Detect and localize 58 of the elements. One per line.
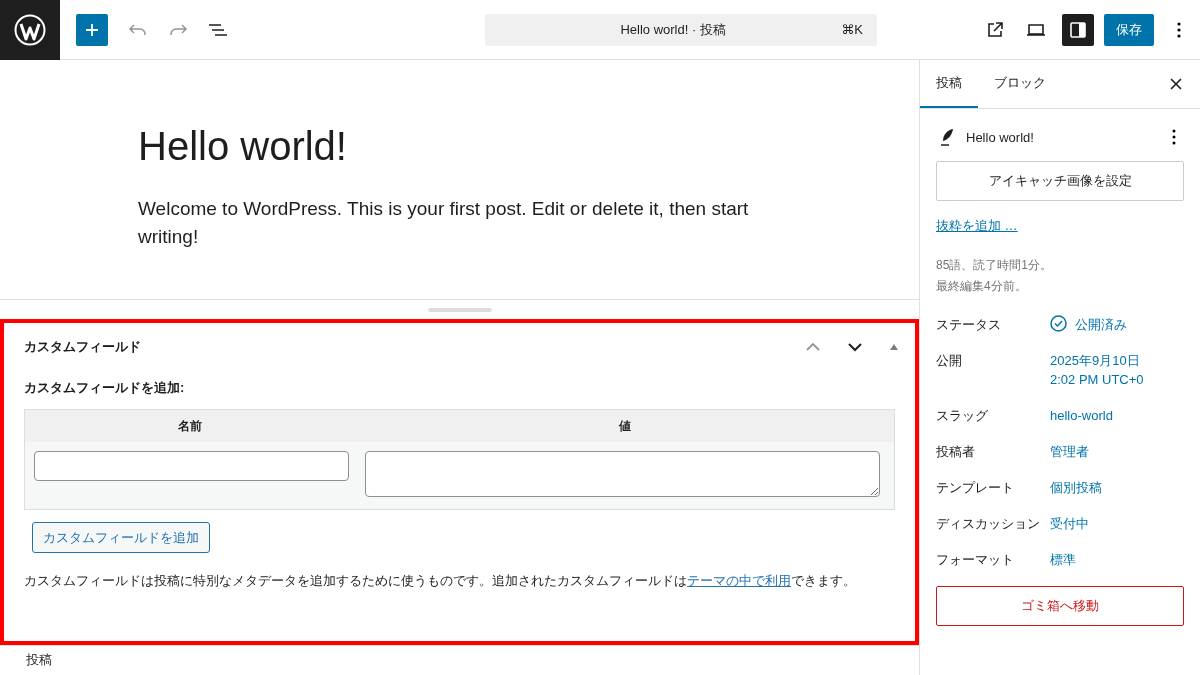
list-view-icon[interactable] <box>208 21 228 38</box>
field-label: 投稿者 <box>936 443 976 461</box>
field-value-link[interactable]: 公開済み <box>1075 315 1127 334</box>
sidebar-tab[interactable]: ブロック <box>978 60 1062 108</box>
chevron-up-icon[interactable] <box>805 342 821 352</box>
field-value-link[interactable]: hello-world <box>1050 406 1113 425</box>
collapse-triangle-icon[interactable] <box>889 343 899 351</box>
move-to-trash-button[interactable]: ゴミ箱へ移動 <box>936 586 1184 626</box>
more-options-icon[interactable] <box>1172 129 1176 145</box>
laptop-icon[interactable] <box>1026 21 1046 38</box>
command-bar[interactable]: Hello world! · 投稿 ⌘K <box>485 13 877 46</box>
redo-icon[interactable] <box>168 21 188 38</box>
name-input-field[interactable] <box>34 451 349 481</box>
external-link-icon[interactable] <box>986 20 1004 39</box>
field-label: ステータス <box>936 316 1002 334</box>
description-text: カスタムフィールドは投稿に特別なメタデータを追加するために使うものです。追加されたカスタムフィールドはテーマの中で利用できます。 <box>24 573 857 590</box>
excerpt-link[interactable]: 抜粋を追加 … <box>936 217 1018 235</box>
post-stat: 最終編集4分前。 <box>936 278 1028 295</box>
sidebar-toggle-button[interactable] <box>1062 13 1094 46</box>
save-button[interactable]: 保存 <box>1104 13 1154 46</box>
wordpress-icon <box>14 13 46 46</box>
sidebar-tab[interactable]: 投稿 <box>920 60 978 108</box>
breadcrumb[interactable]: 投稿 <box>26 652 52 667</box>
add-block-button[interactable] <box>76 13 108 46</box>
plus-icon <box>84 21 100 38</box>
column-header: 名前 <box>177 417 203 435</box>
field-value-link[interactable]: 受付中 <box>1050 514 1089 533</box>
sidebar-icon <box>1069 20 1087 39</box>
resize-handle[interactable] <box>427 307 492 312</box>
undo-icon[interactable] <box>128 21 148 38</box>
field-label: フォーマット <box>936 551 1015 569</box>
field-value-link[interactable]: 管理者 <box>1050 442 1089 461</box>
wordpress-logo[interactable] <box>0 0 60 60</box>
featured-image-button[interactable]: アイキャッチ画像を設定 <box>936 161 1184 201</box>
column-header: 値 <box>617 417 632 435</box>
section-label: カスタムフィールドを追加: <box>24 379 186 397</box>
check-circle-icon <box>1050 315 1067 332</box>
post-stat: 85語、読了時間1分。 <box>936 257 1054 274</box>
chevron-down-icon[interactable] <box>847 342 863 352</box>
field-value-link[interactable]: 個別投稿 <box>1050 478 1102 497</box>
theme-link[interactable]: テーマの中で利用 <box>687 574 791 588</box>
post-paragraph[interactable]: Welcome to WordPress. This is your first post. Edit or delete it, then start writing! <box>138 195 758 251</box>
field-label: 公開 <box>936 352 963 370</box>
feather-icon <box>940 128 954 146</box>
add-custom-field-button[interactable]: カスタムフィールドを追加 <box>32 522 210 553</box>
field-label: スラッグ <box>936 407 989 425</box>
post-title[interactable]: Hello world! <box>138 124 781 169</box>
document-title: Hello world! · 投稿 <box>619 20 727 39</box>
value-textarea[interactable] <box>365 451 880 497</box>
field-label: テンプレート <box>936 479 1015 497</box>
field-value-link[interactable]: 2025年9月10日 2:02 PM UTC+0 <box>1050 351 1144 389</box>
field-label: ディスカッション <box>936 515 1041 533</box>
shortcut-label: ⌘K <box>841 22 863 37</box>
field-value-link[interactable]: 標準 <box>1050 550 1076 569</box>
post-name: Hello world! <box>966 129 1035 145</box>
more-options-icon[interactable] <box>1176 20 1182 39</box>
close-icon[interactable] <box>1170 78 1182 90</box>
panel-title: カスタムフィールド <box>24 338 142 356</box>
